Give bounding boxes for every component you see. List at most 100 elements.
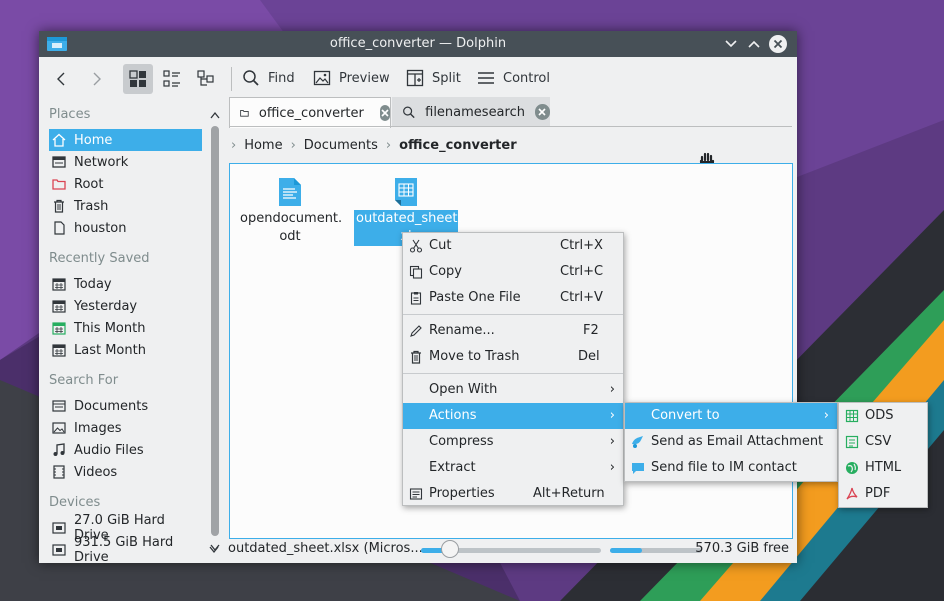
breadcrumb-home[interactable]: Home: [244, 138, 282, 153]
chevron-right-icon: ›: [609, 408, 615, 423]
menu-label: CSV: [865, 434, 892, 449]
menu-item-convert-html[interactable]: HTML: [839, 455, 927, 481]
scroll-up-icon[interactable]: [210, 111, 220, 119]
file-name-line2: odt: [279, 229, 301, 244]
breadcrumb-documents[interactable]: Documents: [304, 138, 378, 153]
recent-this-month[interactable]: This Month: [49, 317, 202, 339]
list-view-icon: [163, 70, 180, 87]
menu-item-compress[interactable]: Compress ›: [403, 429, 623, 455]
recent-label: Yesterday: [74, 298, 138, 314]
menu-item-convert-to[interactable]: Convert to ›: [625, 403, 837, 429]
menu-shortcut: Ctrl+X: [560, 238, 603, 253]
pencil-icon: [409, 324, 423, 338]
find-button[interactable]: Find: [242, 64, 295, 92]
recent-yesterday[interactable]: Yesterday: [49, 295, 202, 317]
sidebar-scrollbar[interactable]: [211, 126, 219, 536]
drive-icon: [52, 521, 66, 535]
arrow-left-icon: [57, 72, 65, 86]
zoom-slider-handle[interactable]: [440, 540, 459, 558]
device-931gb-drive[interactable]: 931.5 GiB Hard Drive: [49, 535, 202, 565]
place-network[interactable]: Network: [49, 151, 202, 173]
file-icon: [52, 221, 66, 235]
menu-item-convert-csv[interactable]: CSV: [839, 429, 927, 455]
search-videos[interactable]: Videos: [49, 461, 202, 483]
network-icon: [52, 155, 66, 169]
breadcrumb-current[interactable]: office_converter: [399, 138, 517, 153]
audio-icon: [52, 443, 66, 457]
search-documents[interactable]: Documents: [49, 395, 202, 417]
window-title: office_converter — Dolphin: [329, 36, 507, 51]
disk-space-fill: [610, 548, 643, 553]
search-images[interactable]: Images: [49, 417, 202, 439]
split-button[interactable]: Split: [406, 64, 461, 92]
menu-shortcut: F2: [583, 323, 599, 338]
chevron-down-icon[interactable]: [209, 546, 219, 554]
home-icon: [52, 133, 66, 147]
minimize-button[interactable]: [722, 35, 740, 53]
place-trash[interactable]: Trash: [49, 195, 202, 217]
details-view-button[interactable]: [191, 64, 221, 94]
places-panel: Places Home Network Root Trash houston R…: [39, 99, 220, 565]
split-label: Split: [432, 70, 461, 86]
place-label: Network: [74, 154, 129, 170]
forward-button[interactable]: [81, 64, 111, 94]
maximize-button[interactable]: [745, 35, 763, 53]
menu-item-copy[interactable]: Copy Ctrl+C: [403, 259, 623, 285]
recent-today[interactable]: Today: [49, 273, 202, 295]
pdf-icon: [845, 487, 859, 501]
menu-item-move-to-trash[interactable]: Move to Trash Del: [403, 344, 623, 370]
search-icon: [243, 70, 259, 86]
close-window-button[interactable]: [769, 35, 787, 53]
tab-label: office_converter: [258, 105, 364, 121]
copy-icon: [409, 265, 423, 279]
menu-item-properties[interactable]: Properties Alt+Return: [403, 481, 623, 507]
menu-item-extract[interactable]: Extract ›: [403, 455, 623, 481]
menu-item-cut[interactable]: Cut Ctrl+X: [403, 233, 623, 259]
recent-last-month[interactable]: Last Month: [49, 339, 202, 361]
file-opendocument-odt[interactable]: opendocument. odt: [238, 174, 342, 246]
menu-item-convert-pdf[interactable]: PDF: [839, 481, 927, 507]
menu-label: Open With: [429, 382, 498, 397]
menu-item-paste[interactable]: Paste One File Ctrl+V: [403, 285, 623, 311]
menu-item-rename[interactable]: Rename... F2: [403, 318, 623, 344]
tree-view-icon: [197, 70, 214, 86]
title-bar[interactable]: office_converter — Dolphin: [39, 31, 797, 57]
tab-office-converter[interactable]: office_converter: [229, 97, 391, 128]
tab-filenamesearch[interactable]: filenamesearch: [392, 97, 550, 127]
chevron-right-icon: ›: [385, 137, 392, 153]
menu-label: Rename...: [429, 323, 495, 338]
icons-view-button[interactable]: [123, 64, 153, 94]
folder-icon: [240, 110, 249, 117]
tab-close-button[interactable]: [379, 105, 390, 121]
tab-close-button[interactable]: [534, 104, 550, 120]
tab-label: filenamesearch: [425, 104, 525, 120]
selection-info: outdated_sheet.xlsx (Micros...: [228, 541, 423, 556]
recent-label: Today: [74, 276, 112, 292]
menu-label: Paste One File: [429, 290, 521, 305]
place-label: Home: [74, 132, 113, 148]
menu-shortcut: Ctrl+C: [560, 264, 604, 279]
place-home[interactable]: Home: [49, 129, 202, 151]
menu-item-open-with[interactable]: Open With ›: [403, 377, 623, 403]
chevron-right-icon: ›: [609, 434, 615, 449]
search-audio-files[interactable]: Audio Files: [49, 439, 202, 461]
chevron-right-icon: ›: [290, 137, 296, 153]
menu-item-convert-ods[interactable]: ODS: [839, 403, 927, 429]
back-button[interactable]: [47, 64, 77, 94]
place-houston[interactable]: houston: [49, 217, 202, 239]
recent-label: Last Month: [74, 342, 146, 358]
menu-item-send-email[interactable]: Send as Email Attachment: [625, 429, 837, 455]
file-name-line1: opendocument.: [240, 211, 343, 226]
place-root[interactable]: Root: [49, 173, 202, 195]
place-label: Trash: [74, 198, 109, 214]
places-section-title: Places: [49, 107, 91, 122]
menu-item-actions[interactable]: Actions ›: [403, 403, 623, 429]
spreadsheet-icon: [395, 178, 417, 206]
compact-view-button[interactable]: [157, 64, 187, 94]
chevron-right-icon: ›: [609, 382, 615, 397]
menu-label: Convert to: [651, 408, 720, 423]
preview-button[interactable]: Preview: [313, 64, 390, 92]
menu-item-send-im[interactable]: Send file to IM contact: [625, 455, 837, 481]
split-view-icon: [406, 69, 424, 87]
control-menu-button[interactable]: Control: [477, 64, 550, 92]
